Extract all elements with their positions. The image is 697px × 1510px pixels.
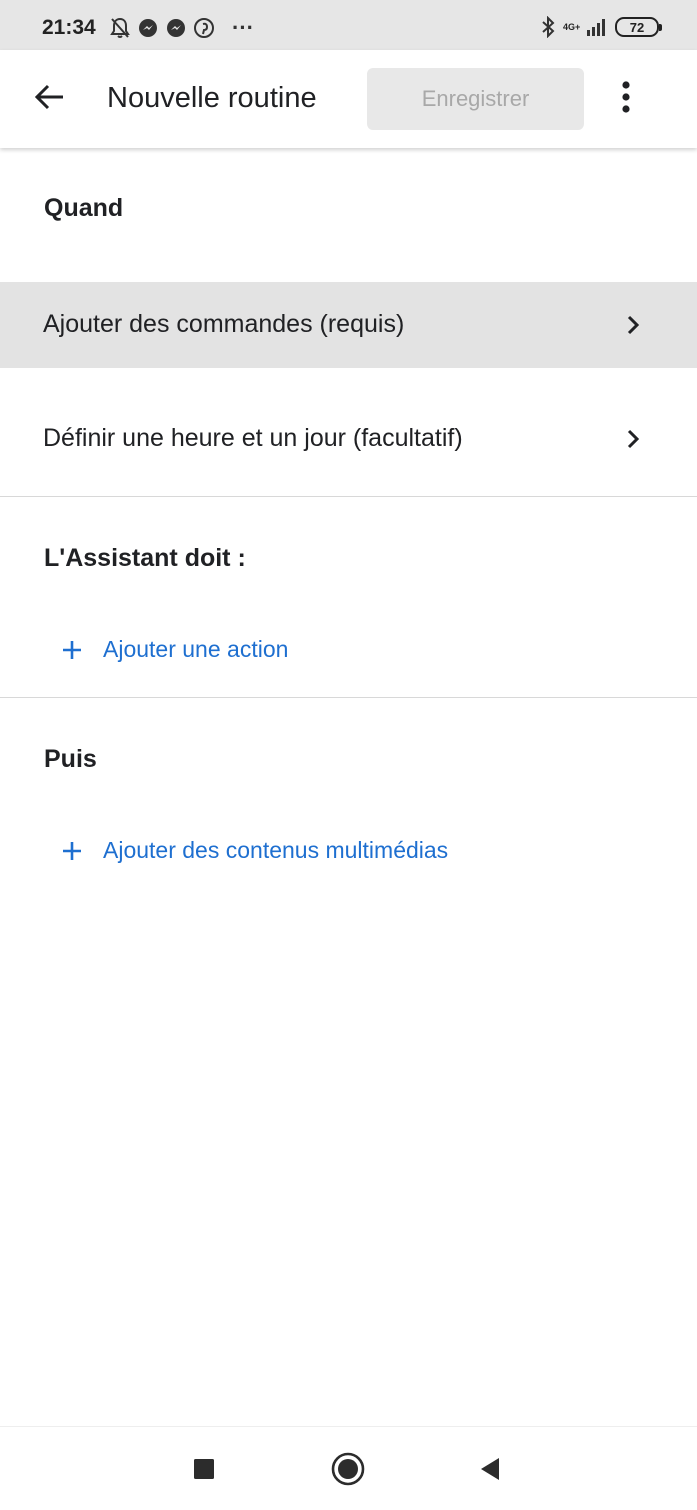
more-vert-icon xyxy=(622,80,630,118)
system-nav-bar xyxy=(0,1426,697,1510)
app-bar: Nouvelle routine Enregistrer xyxy=(0,50,697,148)
nav-back-button[interactable] xyxy=(470,1451,510,1491)
bell-off-icon xyxy=(110,17,130,39)
network-type-label: 4G+ xyxy=(563,21,581,32)
plus-icon xyxy=(60,638,84,662)
section-title-assistant: L'Assistant doit : xyxy=(44,544,246,572)
messenger-icon xyxy=(138,18,158,38)
pinterest-icon xyxy=(194,18,214,38)
back-button[interactable] xyxy=(26,78,72,120)
battery-icon: 72 xyxy=(615,17,662,37)
bluetooth-icon xyxy=(541,16,555,38)
home-button[interactable] xyxy=(328,1451,368,1491)
section-title-when: Quand xyxy=(44,194,124,222)
section-title-then: Puis xyxy=(44,745,97,773)
overflow-menu-button[interactable] xyxy=(606,76,646,122)
add-media-button[interactable]: Ajouter des contenus multimédias xyxy=(60,837,448,864)
save-button[interactable]: Enregistrer xyxy=(367,68,584,130)
notification-icons: ··· xyxy=(110,17,254,39)
set-time-day-label: Définir une heure et un jour (facultatif… xyxy=(43,424,463,452)
messenger-icon xyxy=(166,18,186,38)
page-title: Nouvelle routine xyxy=(107,82,317,114)
chevron-right-icon xyxy=(620,426,646,452)
plus-icon xyxy=(60,839,84,863)
home-circle-icon xyxy=(331,1452,365,1491)
recents-button[interactable] xyxy=(184,1451,224,1491)
add-commands-row[interactable]: Ajouter des commandes (requis) xyxy=(0,282,697,368)
divider xyxy=(0,496,697,497)
back-triangle-icon xyxy=(479,1457,501,1486)
arrow-back-icon xyxy=(33,83,65,116)
status-bar: 21:34 ··· 4G+ 72 xyxy=(0,0,697,50)
status-time: 21:34 xyxy=(42,16,96,39)
add-action-label: Ajouter une action xyxy=(103,636,289,662)
add-commands-label: Ajouter des commandes (requis) xyxy=(43,310,405,338)
chevron-right-icon xyxy=(620,312,646,338)
system-icons: 4G+ 72 xyxy=(541,16,662,38)
set-time-day-row[interactable]: Définir une heure et un jour (facultatif… xyxy=(0,368,697,496)
add-media-label: Ajouter des contenus multimédias xyxy=(103,837,449,863)
signal-icon xyxy=(587,18,607,36)
divider xyxy=(0,697,697,698)
more-dots-icon: ··· xyxy=(232,15,254,40)
add-action-button[interactable]: Ajouter une action xyxy=(60,636,288,663)
recents-square-icon xyxy=(193,1458,215,1485)
